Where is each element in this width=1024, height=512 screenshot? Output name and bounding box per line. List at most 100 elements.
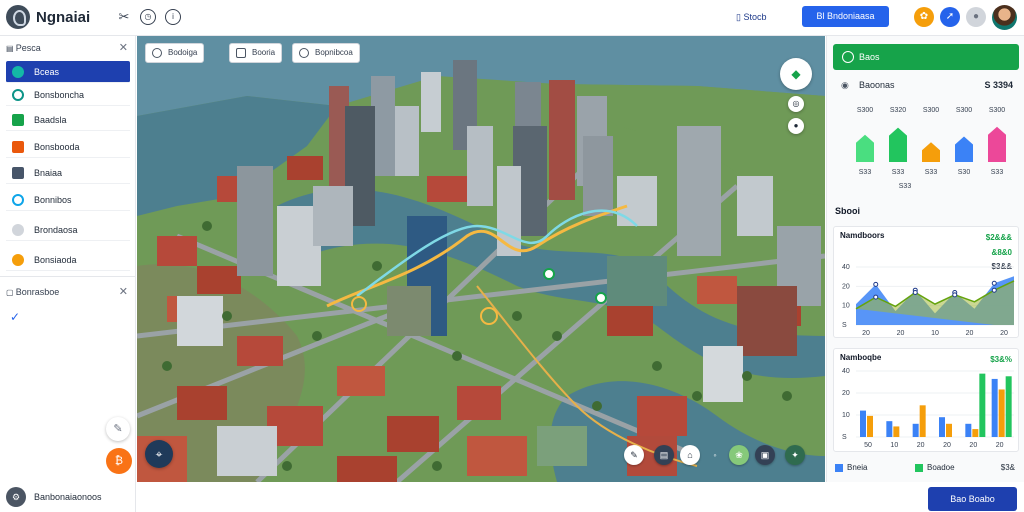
filter-icon: ▢	[6, 288, 16, 297]
primary-action-button[interactable]: Bl Bndoniaasa	[802, 6, 889, 27]
summary-row: ◉ Baoonas S 3394	[833, 76, 1019, 94]
info-icon[interactable]: i	[165, 9, 181, 25]
map-filter-chip-1[interactable]: Booria	[229, 43, 283, 63]
settings-icon: ⚙	[6, 487, 26, 507]
grouped-bar	[991, 378, 998, 437]
right-analytics-panel: Baos ◉ Baoonas S 3394 S300 S33 S320 S33 S300…	[826, 36, 1024, 482]
grouped-bar	[893, 426, 900, 437]
zoom-in-icon[interactable]: ◎	[788, 96, 804, 112]
bars-card: S300 S33 S320 S33 S300 S33 S300 S30 S300 S33 S33	[833, 98, 1019, 198]
sidebar-section2-header: ▢ Bonrasboe ✕	[6, 282, 130, 302]
status-bar[interactable]: Baos	[833, 44, 1019, 70]
sidebar-title: Pesca	[15, 43, 41, 53]
area-point	[952, 292, 958, 298]
sidebar-item-2[interactable]: Baadsla	[6, 109, 130, 131]
location-pin-icon[interactable]: ◆	[780, 58, 812, 90]
tool-draw-icon[interactable]: ✎	[624, 445, 644, 465]
orange-gear-icon[interactable]: ✿	[914, 7, 934, 27]
bar-y-tick-label: 40	[842, 368, 850, 375]
section2-title: Bonrasboe	[15, 287, 60, 297]
tool-tree-icon[interactable]: ✦	[785, 445, 805, 465]
city-map-view[interactable]: Bodoiga Booria Bopnibcoa ◆ ◎ ● ⌖ ✎ ▤ ⌂ ◦…	[137, 36, 825, 482]
tool-bookmark-icon[interactable]: ⌂	[680, 445, 700, 465]
bar-header-label: S300	[956, 107, 972, 114]
map-canvas	[137, 36, 825, 482]
bar-header-label: S300	[989, 107, 1005, 114]
tool-eco-icon[interactable]: ❀	[729, 445, 749, 465]
bar-category-label: S33	[925, 169, 938, 176]
sidebar-item-7[interactable]: Bonsiaoda	[6, 249, 130, 271]
app-window: Ngnaiai ✂ ◷ i ▯ Stocb Bl Bndoniaasa ✿ ➚ …	[0, 0, 1024, 512]
area-x-tick-label: 10	[931, 330, 939, 337]
coin-icon[interactable]: ₿	[106, 448, 132, 474]
chip-icon	[236, 48, 246, 58]
bar-x-tick-label: 20	[969, 442, 977, 449]
area-y-tick-label: S	[842, 322, 847, 329]
chip-icon	[299, 48, 309, 58]
area-x-tick-label: 20	[862, 330, 870, 337]
bar-y-tick-label: S	[842, 434, 847, 441]
grouped-bar	[979, 373, 986, 437]
legend-value: $3&	[1000, 463, 1015, 472]
sidebar-item-3[interactable]: Bonsbooda	[6, 136, 130, 158]
summary-label: Baoonas	[859, 80, 895, 90]
grouped-bar	[1005, 376, 1012, 437]
search-label: Stocb	[743, 12, 767, 22]
item-icon	[12, 224, 24, 236]
grouped-bar	[998, 389, 1005, 437]
status-icon	[842, 51, 854, 63]
checkmark-icon[interactable]: ✓	[10, 310, 20, 324]
clock-icon[interactable]: ◷	[140, 9, 156, 25]
chip-label: Bopnibcoa	[315, 48, 353, 57]
compass-icon[interactable]: ⌖	[145, 440, 173, 468]
tools-icon[interactable]: ✂	[116, 9, 132, 25]
close-icon[interactable]: ✕	[119, 282, 128, 302]
area-x-tick-label: 20	[1000, 330, 1008, 337]
route-marker[interactable]	[543, 268, 555, 280]
legend-item-2: Boadoe	[927, 463, 955, 472]
map-filter-chip-2[interactable]: Bopnibcoa	[292, 43, 360, 63]
close-icon[interactable]: ✕	[119, 38, 128, 58]
route-marker[interactable]	[595, 292, 607, 304]
tool-measure-icon[interactable]: ◦	[705, 445, 725, 465]
chip-label: Bodoiga	[168, 48, 198, 57]
bottom-action-button[interactable]: Bao Boabo	[928, 487, 1017, 511]
sidebar-item-6[interactable]: Brondaosa	[6, 219, 130, 241]
bar	[856, 134, 874, 162]
sidebar-item-label: Baadsla	[34, 115, 67, 125]
pen-icon[interactable]: ✎	[106, 417, 130, 441]
sidebar-item-5[interactable]: Bonnibos	[6, 189, 130, 211]
area-y-tick-label: 40	[842, 264, 850, 271]
legend-item-1: Bneia	[847, 463, 868, 472]
sidebar-item-1[interactable]: Bonsboncha	[6, 84, 130, 106]
footer-label: Banbonaiaonoos	[34, 492, 102, 502]
avatar[interactable]	[992, 5, 1017, 30]
grouped-bar	[886, 421, 893, 437]
grouped-bar	[965, 423, 972, 437]
map-filter-chip-0[interactable]: Bodoiga	[145, 43, 205, 63]
bar-category-label: S33	[859, 169, 872, 176]
user-grey-icon[interactable]: ●	[966, 7, 986, 27]
tool-photo-icon[interactable]: ▣	[755, 445, 775, 465]
grouped-bar	[867, 415, 873, 437]
bar	[922, 142, 940, 162]
sidebar-item-0[interactable]: Bceas	[6, 61, 130, 83]
legend-swatch	[835, 464, 843, 472]
area-x-tick-label: 20	[966, 330, 974, 337]
grouped-bar	[946, 423, 952, 437]
search-button[interactable]: ▯ Stocb	[736, 9, 766, 25]
app-title: Ngnaiai	[36, 9, 91, 26]
area-point	[912, 290, 918, 296]
footer-status[interactable]: ⚙ Banbonaiaonoos	[6, 486, 136, 508]
bar-x-tick-label: 50	[864, 442, 872, 449]
bar	[889, 127, 907, 162]
bar-header-label: S300	[857, 107, 873, 114]
bar-x-tick-label: 20	[943, 442, 951, 449]
blue-rocket-icon[interactable]: ➚	[940, 7, 960, 27]
sidebar-item-4[interactable]: Bnaiaa	[6, 162, 130, 184]
chip-label: Booria	[252, 48, 276, 57]
zoom-out-icon[interactable]: ●	[788, 118, 804, 134]
bar-category-label: S30	[958, 169, 971, 176]
summary-icon: ◉	[841, 80, 849, 90]
tool-layers-icon[interactable]: ▤	[654, 445, 674, 465]
